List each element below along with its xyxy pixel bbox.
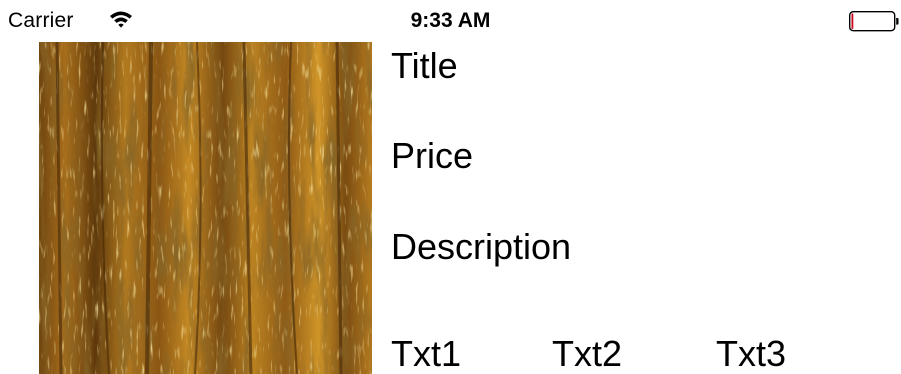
product-price: Price: [391, 135, 474, 176]
product-title: Title: [391, 45, 458, 86]
txt2-label: Txt2: [552, 333, 623, 374]
battery-icon: [849, 11, 899, 32]
txt3-label: Txt3: [716, 333, 787, 374]
status-time: 9:33 AM: [410, 9, 491, 32]
status-bar: Carrier 9:33 AM: [0, 0, 901, 40]
wood-texture-image[interactable]: [39, 42, 372, 374]
product-description: Description: [391, 226, 572, 267]
txt1-label: Txt1: [391, 333, 462, 374]
